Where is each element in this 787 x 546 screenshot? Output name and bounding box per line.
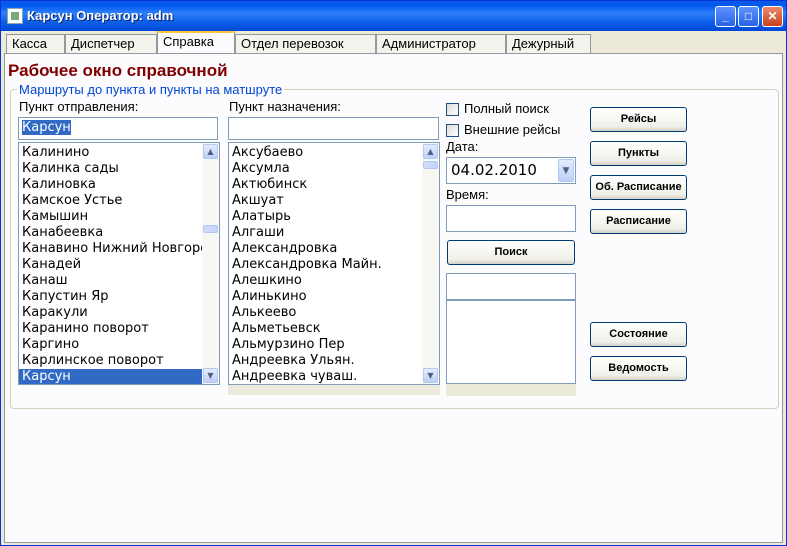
list-item[interactable]: Алькеево: [229, 305, 422, 321]
time-input[interactable]: [446, 205, 576, 232]
list-item[interactable]: Канавино Нижний Новгород: [19, 241, 202, 257]
scroll-thumb[interactable]: [203, 225, 218, 233]
tab-info[interactable]: Справка: [157, 31, 235, 53]
destination-listbox[interactable]: Аксубаево Аксумла Актюбинск Акшуат Алатырь Ал…: [228, 142, 440, 385]
departure-input-value: Карсун: [22, 120, 71, 135]
list-item[interactable]: Каранино поворот: [19, 321, 202, 337]
departure-label: Пункт отправления:: [19, 99, 139, 114]
list-item[interactable]: Камышин: [19, 209, 202, 225]
scroll-up-button[interactable]: ▲: [423, 144, 438, 159]
departure-list-items: Калинино Калинка сады Калиновка Камское Уст…: [19, 145, 202, 384]
list-item[interactable]: Александровка: [229, 241, 422, 257]
status-button[interactable]: Состояние: [590, 322, 687, 347]
list-item[interactable]: Карлинское поворот: [19, 353, 202, 369]
list-item[interactable]: Андреевка чуваш.: [229, 369, 422, 384]
app-window: Карсун Оператор: adm _ □ ✕ Касса Диспетч…: [0, 0, 787, 546]
chevron-down-icon: ▼: [427, 371, 434, 380]
result-list[interactable]: [446, 300, 576, 384]
date-dropdown-button[interactable]: ▼: [558, 159, 574, 182]
points-button[interactable]: Пункты: [590, 141, 687, 166]
list-item[interactable]: Каракули: [19, 305, 202, 321]
list-item[interactable]: Канаш: [19, 273, 202, 289]
destination-label: Пункт назначения:: [229, 99, 341, 114]
chevron-up-icon: ▲: [427, 147, 434, 156]
page-title: Рабочее окно справочной: [8, 61, 228, 80]
window-title: Карсун Оператор: adm: [27, 8, 174, 23]
list-item[interactable]: Алгаши: [229, 225, 422, 241]
list-item[interactable]: Алинькино: [229, 289, 422, 305]
list-item[interactable]: Канабеевка: [19, 225, 202, 241]
result-field[interactable]: [446, 273, 576, 300]
destination-list-footer: [228, 385, 440, 395]
list-item[interactable]: Каргино: [19, 337, 202, 353]
scroll-down-button[interactable]: ▼: [423, 368, 438, 383]
list-item[interactable]: Алатырь: [229, 209, 422, 225]
list-item[interactable]: Камское Устье: [19, 193, 202, 209]
list-item[interactable]: Калинка сады: [19, 161, 202, 177]
schedule-button[interactable]: Расписание: [590, 209, 687, 234]
date-value: 04.02.2010: [451, 161, 537, 179]
external-routes-label: Внешние рейсы: [464, 122, 561, 137]
destination-list-items: Аксубаево Аксумла Актюбинск Акшуат Алатырь Ал…: [229, 145, 422, 384]
statement-button[interactable]: Ведомость: [590, 356, 687, 381]
full-search-checkbox[interactable]: [446, 103, 459, 116]
list-item[interactable]: Акшуат: [229, 193, 422, 209]
maximize-icon: □: [744, 9, 753, 23]
time-label: Время:: [446, 187, 489, 202]
list-item[interactable]: Калинино: [19, 145, 202, 161]
list-item[interactable]: Альмурзино Пер: [229, 337, 422, 353]
list-item[interactable]: Алешкино: [229, 273, 422, 289]
minimize-icon: _: [722, 9, 729, 23]
close-button[interactable]: ✕: [762, 6, 783, 27]
app-icon: [7, 8, 23, 24]
list-item[interactable]: Аксумла: [229, 161, 422, 177]
destination-scrollbar[interactable]: ▲ ▼: [422, 143, 439, 384]
routes-button[interactable]: Рейсы: [590, 107, 687, 132]
chevron-up-icon: ▲: [207, 147, 214, 156]
departure-scrollbar[interactable]: ▲ ▼: [202, 143, 219, 384]
list-item[interactable]: Карсун: [19, 369, 202, 384]
close-icon: ✕: [767, 9, 778, 23]
chevron-down-icon: ▼: [562, 166, 570, 176]
date-label: Дата:: [446, 139, 479, 154]
scroll-up-button[interactable]: ▲: [203, 144, 218, 159]
tab-dispatcher[interactable]: Диспетчер: [65, 34, 157, 53]
scroll-down-button[interactable]: ▼: [203, 368, 218, 383]
title-bar: Карсун Оператор: adm _ □ ✕: [1, 1, 786, 31]
departure-input[interactable]: Карсун: [18, 117, 218, 140]
search-button[interactable]: Поиск: [447, 240, 575, 265]
list-item[interactable]: Андреевка Ульян.: [229, 353, 422, 369]
tab-transport-dept[interactable]: Отдел перевозок: [235, 34, 376, 53]
list-item[interactable]: Аксубаево: [229, 145, 422, 161]
groupbox-legend: Маршруты до пункта и пункты на матшруте: [17, 82, 285, 97]
chevron-down-icon: ▼: [207, 371, 214, 380]
tab-administrator[interactable]: Администратор: [376, 34, 506, 53]
list-item[interactable]: Альметьевск: [229, 321, 422, 337]
general-schedule-button[interactable]: Об. Расписание: [590, 175, 687, 200]
list-item[interactable]: Канадей: [19, 257, 202, 273]
departure-listbox[interactable]: Калинино Калинка сады Калиновка Камское Уст…: [18, 142, 220, 385]
minimize-button[interactable]: _: [715, 6, 736, 27]
list-item[interactable]: Александровка Майн.: [229, 257, 422, 273]
date-picker[interactable]: 04.02.2010 ▼: [446, 157, 576, 184]
list-item[interactable]: Калиновка: [19, 177, 202, 193]
full-search-label: Полный поиск: [464, 101, 549, 116]
list-item[interactable]: Актюбинск: [229, 177, 422, 193]
list-item[interactable]: Капустин Яр: [19, 289, 202, 305]
scroll-thumb[interactable]: [423, 161, 438, 169]
tab-kassa[interactable]: Касса: [6, 34, 65, 53]
external-routes-checkbox[interactable]: [446, 124, 459, 137]
maximize-button[interactable]: □: [738, 6, 759, 27]
tab-duty[interactable]: Дежурный: [506, 34, 591, 53]
destination-input[interactable]: [228, 117, 439, 140]
result-list-footer: [446, 384, 576, 396]
